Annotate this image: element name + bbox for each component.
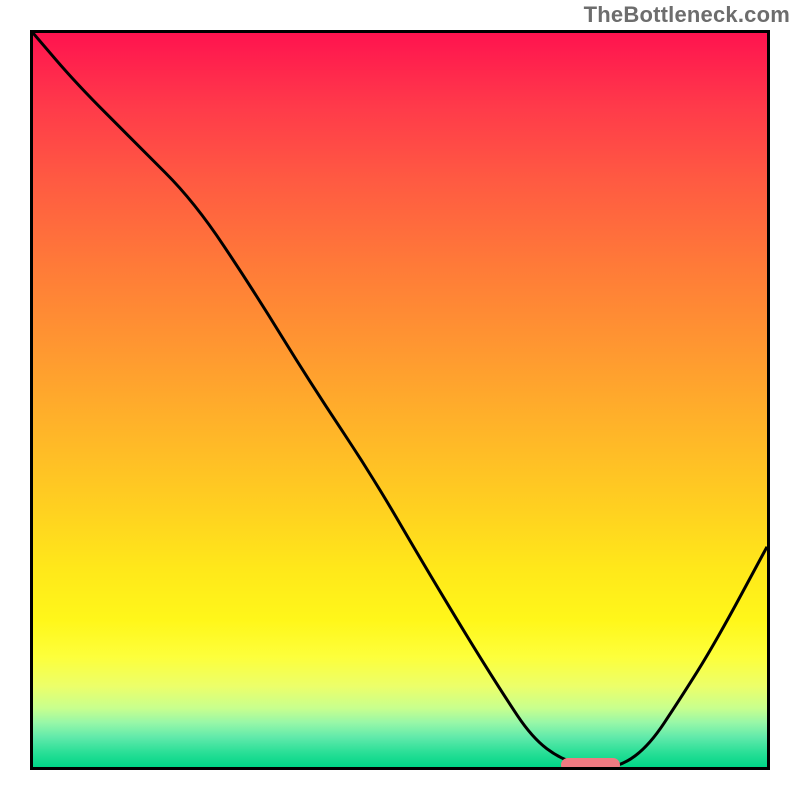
watermark-text: TheBottleneck.com [584,2,790,28]
bottleneck-curve [33,33,767,767]
chart-canvas: TheBottleneck.com [0,0,800,800]
plot-frame [30,30,770,770]
optimum-marker [561,758,620,770]
curve-path [33,33,767,767]
